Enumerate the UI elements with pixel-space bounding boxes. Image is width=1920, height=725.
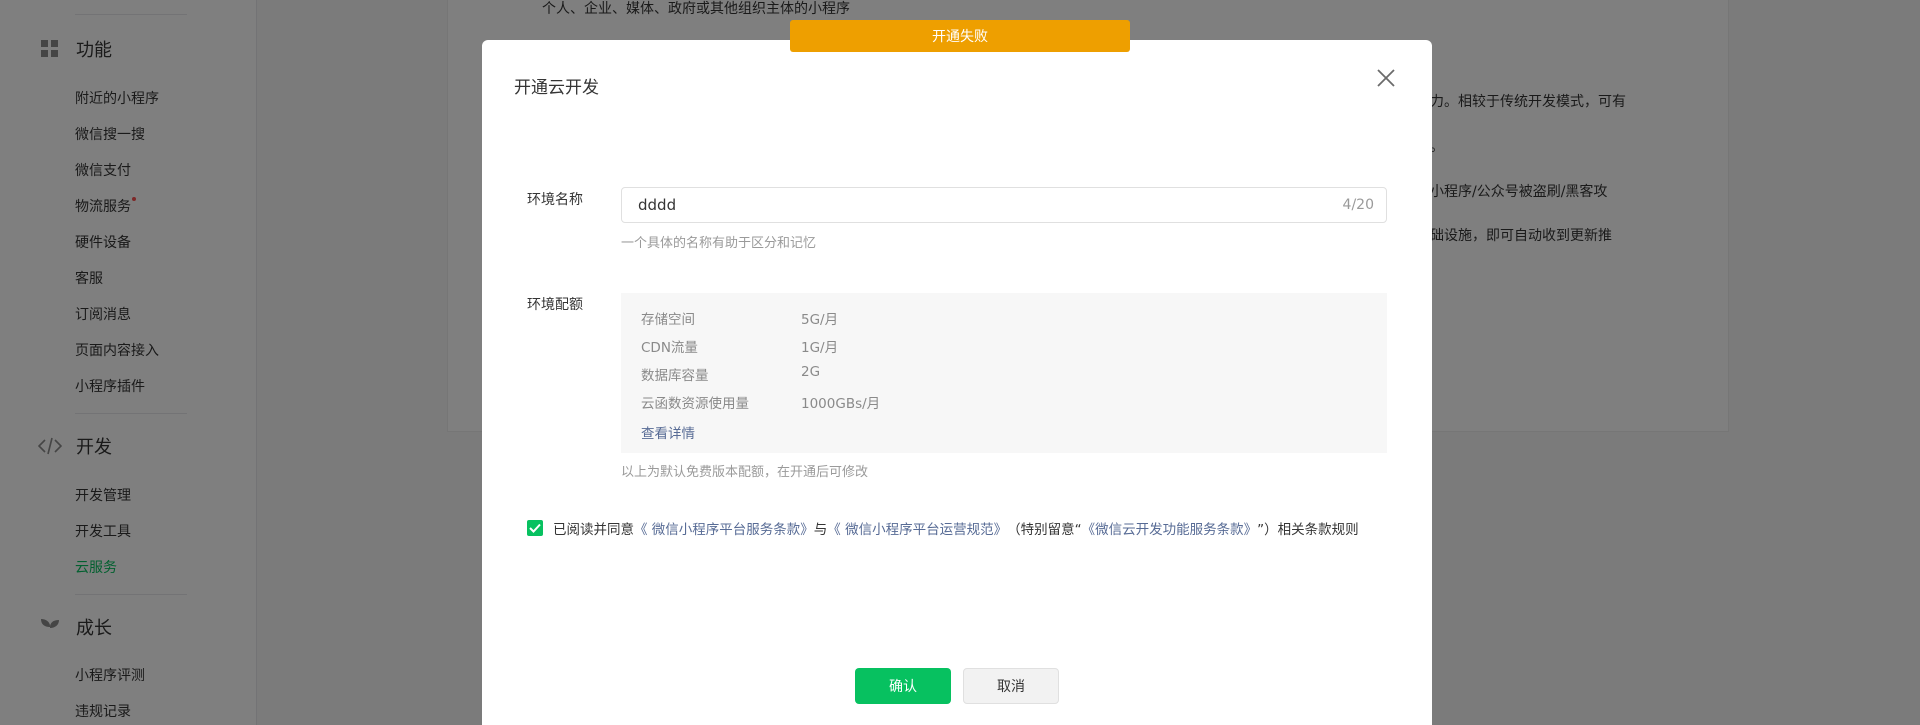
quota-row: 存储空间 5G/月: [641, 308, 838, 328]
agreement-prefix: 已阅读并同意: [553, 522, 634, 538]
quota-value: 5G/月: [801, 312, 839, 328]
quota-value: 1000GBs/月: [801, 396, 881, 412]
agreement-mid: （特别留意“: [1007, 522, 1082, 538]
dialog-title: 开通云开发: [514, 78, 599, 98]
agreement-row: 已阅读并同意 《 微信小程序平台服务条款》 与 《 微信小程序平台运营规范》 （…: [527, 518, 1359, 538]
view-details-link[interactable]: 查看详情: [641, 422, 695, 442]
env-name-field[interactable]: 4/20: [621, 187, 1387, 223]
operation-rules-link[interactable]: 《 微信小程序平台运营规范》: [827, 518, 1007, 538]
agreement-suffix: ”）相关条款规则: [1257, 522, 1359, 538]
agreement-mid: 与: [813, 522, 828, 538]
quota-row: 云函数资源使用量 1000GBs/月: [641, 392, 880, 412]
env-name-hint: 一个具体的名称有助于区分和记忆: [621, 236, 817, 251]
quota-key: CDN流量: [641, 340, 698, 356]
agree-checkbox[interactable]: [527, 520, 543, 536]
env-name-input[interactable]: [638, 188, 1288, 222]
service-terms-link[interactable]: 《 微信小程序平台服务条款》: [634, 518, 814, 538]
quota-key: 存储空间: [641, 312, 695, 328]
quota-value: 1G/月: [801, 340, 839, 356]
open-cloud-dialog: 开通云开发 环境名称 4/20 一个具体的名称有助于区分和记忆 环境配额 存储空…: [482, 40, 1432, 725]
quota-hint: 以上为默认免费版本配额，在开通后可修改: [621, 465, 869, 480]
quota-label: 环境配额: [527, 297, 583, 313]
quota-value: 2G: [801, 364, 821, 380]
quota-key: 数据库容量: [641, 368, 709, 384]
cancel-button[interactable]: 取消: [963, 668, 1059, 704]
char-counter: 4/20: [1342, 197, 1374, 213]
env-name-label: 环境名称: [527, 192, 583, 208]
cloud-terms-link[interactable]: 《微信云开发功能服务条款》: [1082, 518, 1258, 538]
quota-key: 云函数资源使用量: [641, 396, 749, 412]
close-icon[interactable]: [1372, 64, 1400, 92]
quota-box: 存储空间 5G/月 CDN流量 1G/月 数据库容量 2G 云函数资源使用量 1000G…: [621, 293, 1387, 453]
confirm-button[interactable]: 确认: [855, 668, 951, 704]
error-toast: 开通失败: [790, 20, 1130, 52]
quota-row: 数据库容量 2G: [641, 364, 820, 384]
quota-row: CDN流量 1G/月: [641, 336, 838, 356]
